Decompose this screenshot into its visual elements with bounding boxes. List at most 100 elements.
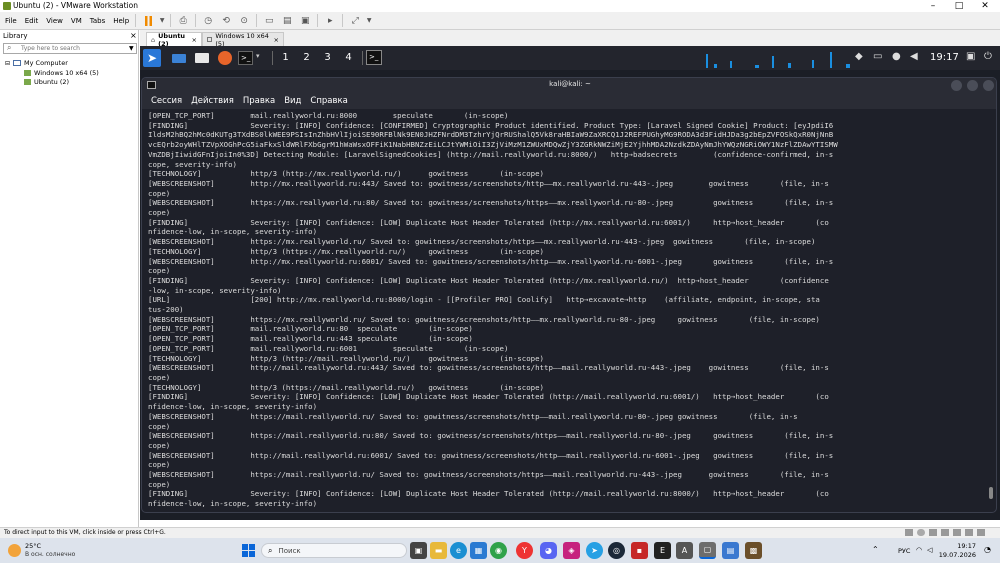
epic-games-icon[interactable]: E: [654, 542, 671, 559]
terminal-menu-actions[interactable]: Действия: [191, 96, 234, 106]
terminal-menu-help[interactable]: Справка: [310, 96, 347, 106]
notifications-icon[interactable]: ●: [892, 51, 901, 62]
game-launcher-icon[interactable]: ◈: [563, 542, 580, 559]
terminal-menu-edit[interactable]: Правка: [243, 96, 275, 106]
show-library-icon[interactable]: ▭: [261, 14, 277, 28]
vmware-taskbar-icon[interactable]: ▢: [699, 542, 716, 559]
network-adapter-icon[interactable]: [929, 529, 937, 536]
close-tab-icon[interactable]: ×: [192, 36, 197, 44]
terminal-minimize-button[interactable]: [951, 80, 962, 91]
terminal-close-button[interactable]: [983, 80, 994, 91]
workspace-4[interactable]: 4: [338, 52, 359, 63]
steam-icon[interactable]: ◎: [608, 542, 625, 559]
terminal-launcher-icon[interactable]: >_: [238, 51, 253, 65]
thumbnail-bar-icon[interactable]: ▤: [279, 14, 295, 28]
app-icon-blue[interactable]: ▤: [722, 542, 739, 559]
tab-windows10[interactable]: Windows 10 x64 (5) ×: [202, 32, 284, 48]
file-explorer-icon[interactable]: ▬: [430, 542, 447, 559]
app-icon-a[interactable]: A: [676, 542, 693, 559]
wifi-icon[interactable]: ◠: [916, 546, 922, 554]
firefox-icon[interactable]: [218, 51, 232, 65]
snapshot-icon[interactable]: ◷: [200, 14, 216, 28]
workspace-1[interactable]: 1: [275, 52, 296, 63]
console-view-icon[interactable]: ▣: [297, 14, 313, 28]
store-icon[interactable]: ▦: [470, 542, 487, 559]
sound-icon[interactable]: [953, 529, 961, 536]
close-window-button[interactable]: ✕: [974, 0, 996, 12]
chrome-icon[interactable]: ◉: [490, 542, 507, 559]
terminal-scrollbar[interactable]: [988, 111, 994, 509]
power-icon[interactable]: ⏻: [984, 51, 992, 62]
taskbar-search[interactable]: ⌕ Поиск: [261, 543, 407, 558]
usb-icon[interactable]: [941, 529, 949, 536]
fullscreen-icon[interactable]: ⤢: [347, 14, 363, 28]
discord-icon[interactable]: ◕: [540, 542, 557, 559]
suspend-icon[interactable]: [140, 14, 156, 28]
cdrom-icon[interactable]: [917, 529, 925, 536]
weather-temp[interactable]: 25°C: [25, 542, 41, 550]
terminal-titlebar[interactable]: kali@kali: ~: [142, 78, 996, 93]
snapshot-manager-icon[interactable]: ⊙: [236, 14, 252, 28]
revert-snapshot-icon[interactable]: ⟲: [218, 14, 234, 28]
task-view-icon[interactable]: ▣: [410, 542, 427, 559]
volume-icon[interactable]: ◀: [910, 51, 918, 62]
yandex-browser-icon[interactable]: Y: [516, 542, 533, 559]
lock-icon[interactable]: ▣: [966, 51, 975, 62]
fullscreen-dropdown-icon[interactable]: ▼: [365, 14, 373, 28]
vpn-icon[interactable]: ◆: [855, 51, 863, 62]
terminal-output[interactable]: [OPEN_TCP_PORT] mail.reallyworld.ru:8000…: [148, 111, 986, 511]
collapse-icon[interactable]: ⊟: [5, 60, 10, 67]
taskbar-date[interactable]: 19.07.2026: [936, 551, 976, 559]
weather-icon[interactable]: [8, 544, 21, 557]
app-icon-red[interactable]: ▪: [631, 542, 648, 559]
workspace-2[interactable]: 2: [296, 52, 317, 63]
kali-menu-icon[interactable]: ➤: [143, 49, 161, 67]
tab-ubuntu[interactable]: ⌂ Ubuntu (2) ×: [146, 32, 202, 48]
taskbar-time[interactable]: 19:17: [936, 542, 976, 550]
close-library-icon[interactable]: ×: [130, 31, 137, 40]
library-search-box[interactable]: ⌕ ▼: [3, 43, 137, 54]
menu-file[interactable]: File: [5, 17, 17, 25]
send-ctrl-alt-del-icon[interactable]: ⎙: [175, 14, 191, 28]
speaker-icon[interactable]: ◁: [927, 546, 932, 554]
workspace-3[interactable]: 3: [317, 52, 338, 63]
vmware-titlebar: Ubuntu (2) - VMware Workstation – □ ✕: [0, 0, 1000, 12]
network-icon[interactable]: ▭: [873, 51, 882, 62]
language-indicator[interactable]: РУС: [898, 547, 910, 555]
tree-item-windows10[interactable]: Windows 10 x64 (5): [24, 69, 99, 77]
minecraft-icon[interactable]: ▩: [745, 542, 762, 559]
maximize-button[interactable]: □: [948, 0, 970, 12]
library-search-input[interactable]: [21, 44, 121, 53]
terminal-scroll-thumb[interactable]: [989, 487, 993, 499]
menu-edit[interactable]: Edit: [25, 17, 39, 25]
minimize-button[interactable]: –: [922, 0, 944, 12]
vm-settings-icon[interactable]: [977, 529, 985, 536]
power-dropdown-icon[interactable]: ▼: [158, 14, 166, 28]
tree-my-computer[interactable]: ⊟ My Computer: [5, 59, 68, 67]
start-button[interactable]: [240, 542, 257, 559]
terminal-icon[interactable]: ▸: [322, 14, 338, 28]
search-dropdown-icon[interactable]: ▼: [129, 45, 134, 52]
show-desktop-icon[interactable]: [172, 54, 186, 63]
terminal-menu-view[interactable]: Вид: [284, 96, 301, 106]
menu-help[interactable]: Help: [113, 17, 129, 25]
notification-bell-icon[interactable]: ◔: [984, 545, 991, 554]
telegram-icon[interactable]: ➤: [586, 542, 603, 559]
close-tab-icon[interactable]: ×: [274, 36, 279, 44]
file-manager-icon[interactable]: [195, 53, 209, 63]
launcher-dropdown-icon[interactable]: ▾: [256, 52, 260, 60]
hdd-icon[interactable]: [905, 529, 913, 536]
display-icon[interactable]: [965, 529, 973, 536]
tray-overflow-icon[interactable]: ⌃: [872, 545, 879, 554]
terminal-maximize-button[interactable]: [967, 80, 978, 91]
terminal-menu-session[interactable]: Сессия: [151, 96, 182, 106]
menu-vm[interactable]: VM: [71, 17, 82, 25]
menu-view[interactable]: View: [46, 17, 63, 25]
panel-clock[interactable]: 19:17: [930, 52, 959, 63]
terminal-window[interactable]: kali@kali: ~ Сессия Действия Правка Вид …: [141, 77, 997, 513]
tree-item-ubuntu[interactable]: Ubuntu (2): [24, 78, 69, 86]
edge-icon[interactable]: e: [450, 542, 467, 559]
menu-tabs[interactable]: Tabs: [90, 17, 106, 25]
terminal-line: [TECHNOLOGY] http/3 (http://mail.reallyw…: [148, 353, 545, 363]
taskbar-terminal-window[interactable]: >_: [366, 50, 382, 65]
